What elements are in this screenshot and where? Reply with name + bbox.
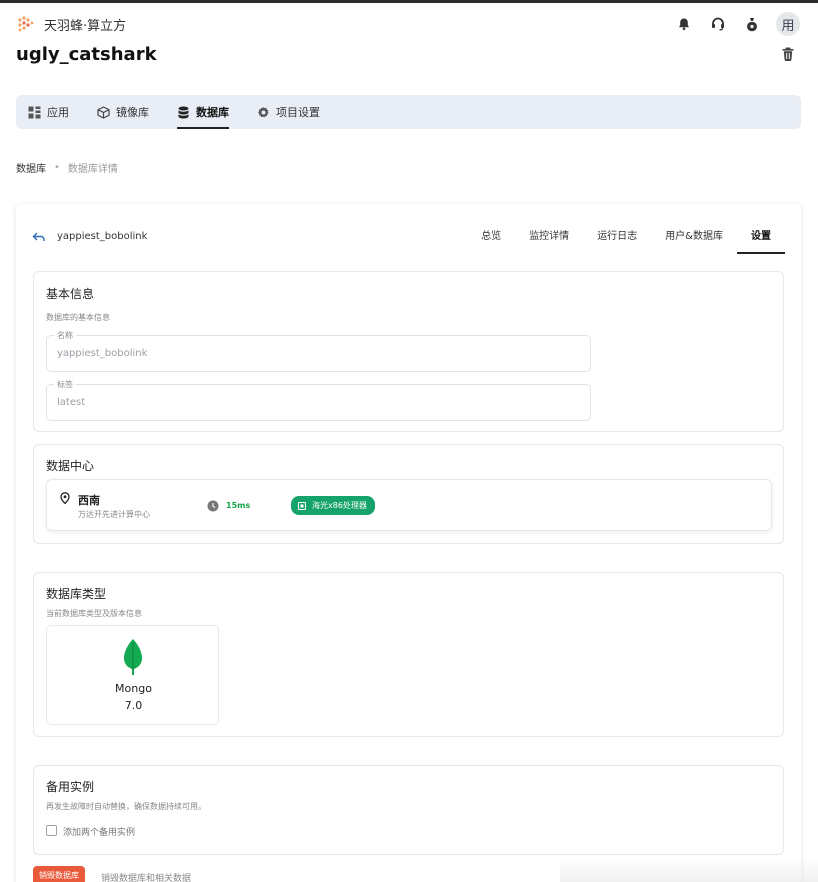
standby-card: 备用实例 再发生故障时自动替换，确保数据持续可用。 添加两个备用实例: [33, 765, 784, 855]
db-type-desc: 当前数据库类型及版本信息: [46, 609, 142, 618]
standby-checkbox-label[interactable]: 添加两个备用实例: [63, 825, 135, 838]
tag-field-label: 标签: [54, 379, 76, 390]
breadcrumb: 数据库 • 数据库详情: [16, 160, 118, 175]
breadcrumb-root[interactable]: 数据库: [16, 160, 46, 175]
tab-monitoring[interactable]: 监控详情: [515, 220, 583, 254]
standby-checkbox[interactable]: [46, 825, 57, 836]
header-actions: 用: [674, 12, 800, 36]
tag-field[interactable]: 标签 latest: [46, 379, 591, 421]
tab-settings[interactable]: 设置: [737, 220, 785, 254]
brand[interactable]: 天羽蜂·算立方: [16, 14, 126, 34]
breadcrumb-current: 数据库详情: [67, 164, 118, 175]
nav-item-project-settings[interactable]: 项目设置: [257, 95, 320, 129]
basic-info-card: 基本信息 数据库的基本信息 名称 yappiest_bobolink 标签 la…: [33, 271, 784, 432]
project-title: ugly_catshark: [16, 44, 157, 65]
nav-item-label: 镜像库: [116, 106, 149, 119]
nav-item-label: 应用: [47, 106, 69, 119]
datacenter-option[interactable]: 西南 万达开先进计算中心 15ms 海光x86处理器: [46, 479, 772, 531]
basic-info-title: 基本信息: [46, 287, 95, 301]
back-arrow-icon[interactable]: [32, 230, 46, 244]
main-nav: 应用 镜像库 数据库 项目设置: [16, 95, 801, 129]
latency-value: 15ms: [226, 501, 251, 510]
db-type-name: Mongo: [115, 682, 152, 695]
gear-icon: [257, 106, 269, 117]
datacenter-card: 数据中心 西南 万达开先进计算中心 15ms 海光x86处理器: [33, 444, 784, 544]
brand-name: 天羽蜂·算立方: [44, 18, 127, 34]
bag-icon[interactable]: [742, 14, 762, 34]
name-field[interactable]: 名称 yappiest_bobolink: [46, 330, 591, 372]
tab-users-databases[interactable]: 用户&数据库: [651, 220, 737, 254]
location-pin-icon: [60, 492, 70, 504]
detail-tabs: 总览 监控详情 运行日志 用户&数据库 设置: [467, 220, 785, 254]
db-type-title: 数据库类型: [46, 587, 107, 601]
datacenter-region: 西南: [78, 494, 100, 507]
cpu-label: 海光x86处理器: [312, 501, 367, 510]
destroy-database-button[interactable]: 销毁数据库: [33, 866, 85, 882]
cpu-badge: 海光x86处理器: [291, 496, 375, 515]
trash-icon[interactable]: [780, 46, 796, 62]
tab-overview[interactable]: 总览: [467, 220, 515, 254]
apps-icon: [28, 106, 41, 118]
db-type-version: 7.0: [124, 699, 143, 712]
nav-item-database[interactable]: 数据库: [177, 95, 229, 129]
nav-item-label: 数据库: [196, 106, 229, 119]
window-top-edge: [0, 0, 818, 3]
headset-icon[interactable]: [708, 14, 728, 34]
name-field-label: 名称: [54, 330, 76, 341]
chip-icon: [298, 501, 306, 510]
datacenter-title: 数据中心: [46, 459, 95, 473]
bell-icon[interactable]: [674, 14, 694, 34]
standby-desc: 再发生故障时自动替换，确保数据持续可用。: [46, 802, 206, 811]
user-avatar[interactable]: 用: [776, 12, 800, 36]
standby-title: 备用实例: [46, 780, 95, 794]
destroy-database-text: 销毁数据库和相关数据: [101, 874, 192, 882]
database-icon: [178, 106, 189, 118]
basic-info-desc: 数据库的基本信息: [46, 313, 110, 322]
nav-item-label: 项目设置: [276, 106, 320, 119]
database-name: yappiest_bobolink: [57, 231, 148, 242]
mongodb-leaf-icon: [124, 639, 142, 675]
datacenter-site: 万达开先进计算中心: [78, 510, 150, 519]
tab-logs[interactable]: 运行日志: [583, 220, 651, 254]
breadcrumb-separator: •: [54, 162, 60, 173]
database-detail-panel: yappiest_bobolink 总览 监控详情 运行日志 用户&数据库 设置…: [16, 204, 801, 882]
db-type-option[interactable]: Mongo 7.0: [46, 625, 219, 725]
db-type-card: 数据库类型 当前数据库类型及版本信息 Mongo 7.0: [33, 572, 784, 737]
nav-item-images[interactable]: 镜像库: [97, 95, 149, 129]
box-icon: [97, 105, 110, 119]
clock-icon: [207, 500, 219, 512]
detail-header: yappiest_bobolink 总览 监控详情 运行日志 用户&数据库 设置: [16, 204, 801, 270]
tag-field-value: latest: [57, 397, 86, 408]
honeycomb-logo-icon: [18, 16, 34, 32]
nav-item-apps[interactable]: 应用: [28, 95, 69, 129]
bottom-shadow: [560, 858, 818, 882]
name-field-value: yappiest_bobolink: [57, 348, 148, 359]
